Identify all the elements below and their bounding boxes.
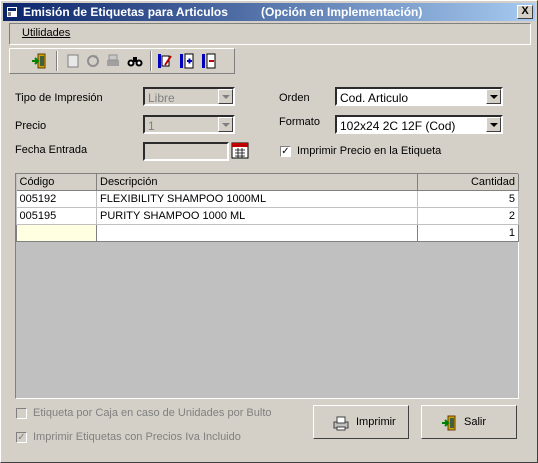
salir-button-label: Salir bbox=[464, 416, 487, 428]
imprimir-precio-label: Imprimir Precio en la Etiqueta bbox=[297, 145, 442, 157]
table-row[interactable]: 005192 FLEXIBILITY SHAMPOO 1000ML 5 bbox=[16, 190, 519, 208]
orden-value: Cod. Articulo bbox=[340, 91, 409, 105]
cell-cantidad[interactable]: 2 bbox=[417, 207, 519, 225]
app-icon bbox=[7, 7, 17, 17]
calendar-icon[interactable] bbox=[231, 141, 249, 159]
formato-label: Formato bbox=[279, 116, 320, 128]
articles-table: Código Descripción Cantidad 005192 FLEXI… bbox=[16, 174, 519, 242]
cell-codigo[interactable]: 005192 bbox=[16, 190, 97, 208]
close-button[interactable]: X bbox=[517, 5, 533, 19]
exit-door-icon bbox=[442, 415, 456, 431]
formato-value: 102x24 2C 12F (Cod) bbox=[340, 119, 456, 133]
exit-door-icon[interactable] bbox=[30, 52, 48, 70]
cell-cantidad[interactable]: 5 bbox=[417, 190, 519, 208]
orden-select[interactable]: Cod. Articulo bbox=[335, 87, 503, 106]
main-window: Emisión de Etiquetas para Articulos (Opc… bbox=[0, 0, 538, 463]
iva-incluido-checkbox[interactable]: ✓ bbox=[16, 432, 27, 443]
imprimir-button-label: Imprimir bbox=[356, 416, 396, 428]
printer-icon bbox=[333, 416, 349, 431]
dropdown-arrow-icon[interactable] bbox=[486, 89, 501, 104]
articles-grid: Código Descripción Cantidad 005192 FLEXI… bbox=[15, 173, 519, 399]
cell-descripcion[interactable]: FLEXIBILITY SHAMPOO 1000ML bbox=[96, 190, 418, 208]
menu-utilidades[interactable]: Utilidades bbox=[22, 27, 70, 39]
etiqueta-caja-checkbox[interactable] bbox=[16, 408, 27, 419]
window-title: Emisión de Etiquetas para Articulos bbox=[23, 5, 228, 19]
table-header-row: Código Descripción Cantidad bbox=[16, 174, 519, 191]
salir-button[interactable]: Salir bbox=[421, 405, 517, 439]
column-header-codigo[interactable]: Código bbox=[16, 174, 97, 191]
table-edit-row[interactable]: 1 bbox=[16, 224, 519, 242]
edit-grid-icon[interactable] bbox=[156, 52, 174, 70]
etiqueta-caja-label: Etiqueta por Caja en caso de Unidades po… bbox=[33, 407, 272, 419]
menu-bar: Utilidades bbox=[9, 23, 531, 45]
precio-select[interactable]: 1 bbox=[143, 115, 235, 134]
print-icon[interactable] bbox=[104, 52, 122, 70]
cell-codigo[interactable]: 005195 bbox=[16, 207, 97, 225]
toolbar-separator bbox=[56, 51, 58, 71]
imprimir-button[interactable]: Imprimir bbox=[313, 405, 409, 439]
toolbar-separator bbox=[150, 51, 152, 71]
imprimir-precio-checkbox[interactable]: ✓ bbox=[280, 146, 291, 157]
window-subtitle: (Opción en Implementación) bbox=[261, 5, 423, 19]
binoculars-icon[interactable] bbox=[126, 52, 144, 70]
precio-label: Precio bbox=[15, 120, 47, 132]
formato-select[interactable]: 102x24 2C 12F (Cod) bbox=[335, 115, 503, 134]
fecha-entrada-field[interactable] bbox=[143, 142, 229, 161]
cell-codigo-input[interactable] bbox=[16, 224, 97, 242]
refresh-icon[interactable] bbox=[84, 52, 102, 70]
toolbar bbox=[9, 48, 235, 74]
blank-page-icon[interactable] bbox=[64, 52, 82, 70]
delete-row-icon[interactable] bbox=[200, 52, 218, 70]
cell-descripcion-input[interactable] bbox=[96, 224, 418, 242]
orden-label: Orden bbox=[279, 92, 310, 104]
fecha-entrada-label: Fecha Entrada bbox=[15, 144, 88, 156]
tipo-impresion-select[interactable]: Libre bbox=[143, 87, 235, 106]
precio-value: 1 bbox=[148, 119, 155, 133]
iva-incluido-label: Imprimir Etiquetas con Precios Iva Inclu… bbox=[33, 431, 241, 443]
cell-descripcion[interactable]: PURITY SHAMPOO 1000 ML bbox=[96, 207, 418, 225]
dropdown-arrow-icon[interactable] bbox=[486, 117, 501, 132]
cell-cantidad-input[interactable]: 1 bbox=[417, 224, 519, 242]
table-row[interactable]: 005195 PURITY SHAMPOO 1000 ML 2 bbox=[16, 207, 519, 225]
title-bar: Emisión de Etiquetas para Articulos (Opc… bbox=[3, 3, 535, 21]
column-header-cantidad[interactable]: Cantidad bbox=[417, 174, 519, 191]
dropdown-arrow-icon[interactable] bbox=[218, 117, 233, 132]
tipo-impresion-value: Libre bbox=[148, 91, 175, 105]
dropdown-arrow-icon[interactable] bbox=[218, 89, 233, 104]
column-header-descripcion[interactable]: Descripción bbox=[96, 174, 418, 191]
insert-row-icon[interactable] bbox=[178, 52, 196, 70]
tipo-impresion-label: Tipo de Impresión bbox=[15, 92, 103, 104]
